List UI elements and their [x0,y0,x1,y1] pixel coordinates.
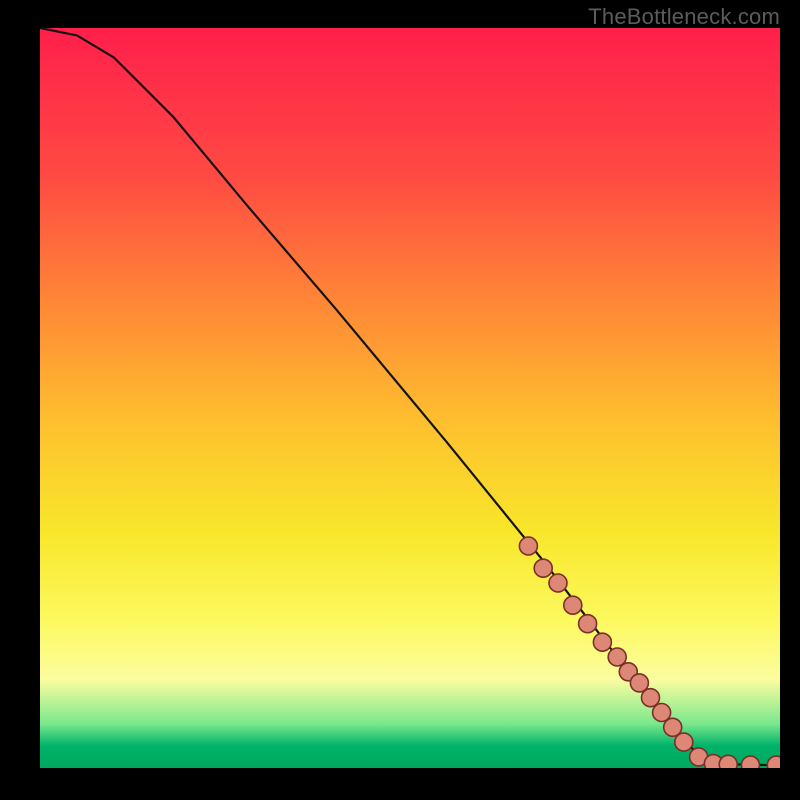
data-marker [593,633,611,651]
data-marker [549,574,567,592]
data-marker [519,537,537,555]
attribution-text: TheBottleneck.com [588,4,780,30]
curve-line [40,28,780,765]
data-marker [564,596,582,614]
data-marker [767,756,780,768]
data-marker [741,756,759,768]
plot-area [40,28,780,768]
data-marker [719,755,737,768]
data-marker [579,615,597,633]
chart-stage: TheBottleneck.com [0,0,800,800]
chart-svg-overlay [40,28,780,768]
markers-group [519,537,780,768]
data-marker [675,733,693,751]
data-marker [534,559,552,577]
